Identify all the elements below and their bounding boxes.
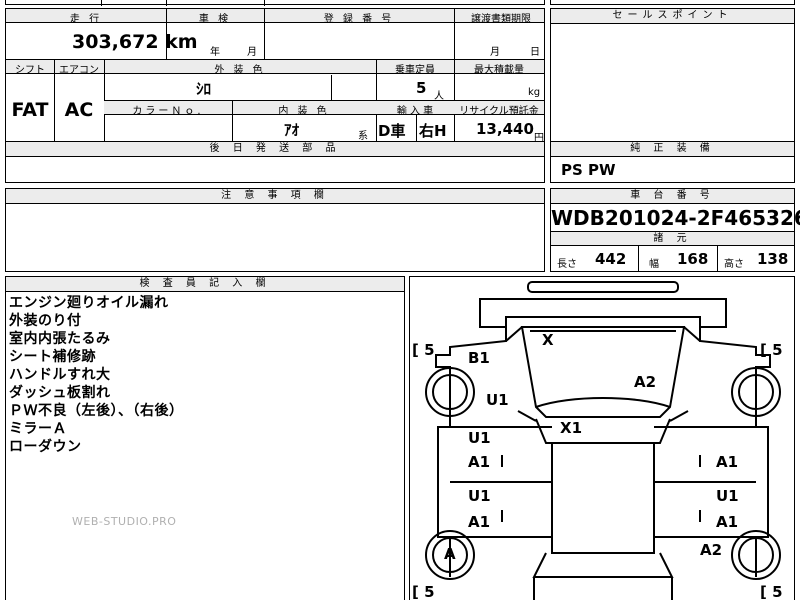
import-type: D車: [378, 122, 406, 140]
inspector-box: 検 査 員 記 入 欄 エンジン廻りオイル漏れ 外装のり付 室内内張たるみ シー…: [5, 276, 405, 600]
exterior-label: 外 装 色: [214, 65, 266, 76]
caution-label: 注 意 事 項 欄: [6, 189, 544, 204]
inspection-month: 月: [247, 47, 257, 58]
note-line: ダッシュ板割れ: [9, 385, 111, 401]
damage-x-hood: X: [542, 331, 554, 349]
note-line: エンジン廻りオイル漏れ: [9, 295, 169, 311]
transfer-month: 月: [490, 47, 500, 58]
height-label: 高さ: [724, 259, 744, 270]
sales-point-label: セールスポイント: [551, 9, 794, 24]
transfer-label: 譲渡書類期限: [471, 14, 531, 25]
damage-a1-door-rr: A1: [716, 513, 739, 531]
damage-a2-front-right: A2: [634, 373, 657, 391]
capacity-value: 5: [416, 79, 427, 97]
inspection-year: 年: [210, 47, 220, 58]
damage-a2-rear-right: A2: [700, 541, 723, 559]
max-load-label: 最大積載量: [474, 65, 524, 76]
damage-b1-front-left: B1: [468, 349, 490, 367]
chassis-label: 車 台 番 号: [551, 189, 794, 204]
color-no-label: カラーＮｏ.: [132, 106, 204, 117]
tire-front-left-tread: [ 5: [412, 341, 435, 359]
dimensions-label: 諸 元: [551, 231, 794, 246]
height-value: 138: [757, 250, 789, 268]
shift-value: FAT: [11, 99, 49, 121]
damage-a-rear-left: A: [444, 545, 456, 563]
aircon-value: AC: [64, 99, 94, 121]
info-block: 走 行 車 検 登 録 番 号 譲渡書類期限 303,672 km 年 月 月 …: [5, 8, 545, 144]
mileage-value: 303,672 km: [72, 31, 198, 53]
length-value: 442: [595, 250, 627, 268]
recycle-label: リサイクル預託金: [459, 106, 539, 117]
capacity-label: 乗車定員: [395, 65, 435, 76]
interior-suffix: 系: [358, 131, 368, 142]
top-strip: [5, 0, 545, 6]
registration-label: 登 録 番 号: [323, 14, 395, 25]
equipment-box: 純 正 装 備 PS PW: [550, 141, 795, 183]
later-parts-box: 後 日 発 送 部 品: [5, 141, 545, 183]
damage-a1-door-rl: A1: [468, 513, 491, 531]
interior-label: 内 装 色: [278, 106, 330, 117]
interior-value: ｱｵ: [284, 121, 300, 139]
length-label: 長さ: [557, 259, 577, 270]
tire-front-right-tread: [ 5: [760, 341, 783, 359]
aircon-label: エアコン: [59, 65, 99, 76]
watermark: WEB-STUDIO.PRO: [72, 515, 177, 528]
damage-x1-cabin: X1: [560, 419, 583, 437]
steering-side: 右H: [419, 122, 447, 140]
note-line: ローダウン: [9, 439, 82, 455]
damage-u1-front-left: U1: [486, 391, 509, 409]
exterior-value: ｼﾛ: [196, 80, 212, 98]
damage-a1-door-fl: A1: [468, 453, 491, 471]
width-value: 168: [677, 250, 709, 268]
equipment-value: PS PW: [561, 161, 616, 179]
max-load-unit: kg: [528, 87, 541, 98]
import-car-label: 輸 入 車: [396, 106, 434, 117]
damage-u1-door-rl: U1: [468, 487, 491, 505]
tire-rear-right-tread: [ 5: [760, 583, 783, 600]
inspection-label: 車 検: [198, 14, 232, 25]
mileage-label: 走 行: [69, 14, 103, 25]
inspector-label: 検 査 員 記 入 欄: [6, 277, 404, 292]
equipment-label: 純 正 装 備: [551, 142, 794, 157]
caution-box: 注 意 事 項 欄: [5, 188, 545, 272]
note-line: ミラーＡ: [9, 421, 67, 437]
car-diagram-box: [ 5 [ 5 [ 5 [ 5 B1 X A2 U1 X1 U1 A1 A1 U…: [409, 276, 795, 600]
recycle-value: 13,440: [476, 120, 534, 138]
width-label: 幅: [649, 259, 659, 270]
damage-u1-door-rr: U1: [716, 487, 739, 505]
tire-rear-left-tread: [ 5: [412, 583, 435, 600]
chassis-value: WDB201024-2F465326: [551, 206, 800, 230]
note-line: ＰＷ不良（左後）、（右後）: [9, 403, 184, 419]
chassis-box: 車 台 番 号 WDB201024-2F465326 諸 元 長さ 442 幅 …: [550, 188, 800, 272]
note-line: 室内内張たるみ: [9, 331, 111, 347]
shift-label: シフト: [15, 65, 45, 76]
later-parts-label: 後 日 発 送 部 品: [6, 142, 544, 157]
note-line: 外装のり付: [9, 313, 82, 329]
note-line: シート補修跡: [9, 349, 96, 365]
top-strip-right: [550, 0, 795, 5]
note-line: ハンドルすれ大: [9, 367, 111, 383]
sales-point-box: セールスポイント: [550, 8, 795, 142]
transfer-day: 日: [530, 47, 540, 58]
damage-a1-door-fr: A1: [716, 453, 739, 471]
damage-u1-door-fl: U1: [468, 429, 491, 447]
inspector-notes: エンジン廻りオイル漏れ 外装のり付 室内内張たるみ シート補修跡 ハンドルすれ大…: [9, 294, 184, 456]
